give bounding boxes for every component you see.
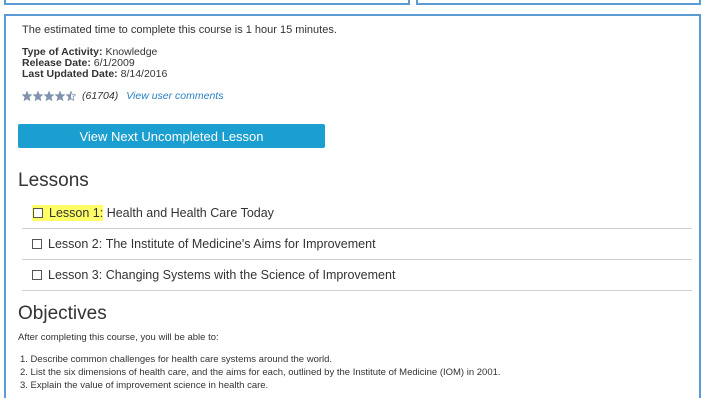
lesson-highlight: Lesson 1: bbox=[32, 205, 104, 221]
lessons-list: Lesson 1: Health and Health Care Today Le… bbox=[22, 198, 692, 291]
objective-item: 1. Describe common challenges for health… bbox=[20, 354, 333, 365]
lesson-title[interactable]: Changing Systems with the Science of Imp… bbox=[102, 268, 396, 282]
lessons-heading: Lessons bbox=[18, 170, 89, 191]
lesson-checkbox[interactable] bbox=[32, 239, 42, 249]
top-left-panel bbox=[4, 0, 410, 5]
lesson-title[interactable]: The Institute of Medicine's Aims for Imp… bbox=[102, 237, 376, 251]
star-icon bbox=[22, 91, 32, 101]
lesson-checkbox[interactable] bbox=[32, 270, 42, 280]
objective-item: 2. List the six dimensions of health car… bbox=[20, 367, 501, 378]
lesson-title[interactable]: Health and Health Care Today bbox=[103, 206, 274, 220]
star-icon bbox=[66, 91, 76, 101]
lesson-item-3[interactable]: Lesson 3: Changing Systems with the Scie… bbox=[22, 260, 692, 291]
lesson-item-2[interactable]: Lesson 2: The Institute of Medicine's Ai… bbox=[22, 229, 692, 260]
objectives-intro: After completing this course, you will b… bbox=[18, 332, 219, 343]
star-icon bbox=[44, 91, 54, 101]
view-next-lesson-button[interactable]: View Next Uncompleted Lesson bbox=[18, 124, 325, 148]
last-updated-row: Last Updated Date: 8/14/2016 bbox=[22, 69, 167, 80]
last-updated-label: Last Updated Date: bbox=[22, 68, 118, 80]
objectives-heading: Objectives bbox=[18, 303, 107, 324]
objectives-list: 1. Describe common challenges for health… bbox=[20, 353, 501, 392]
star-icon bbox=[33, 91, 43, 101]
top-right-panel bbox=[416, 0, 701, 5]
view-comments-link[interactable]: View user comments bbox=[126, 90, 223, 102]
rating-row: (61704) View user comments bbox=[22, 90, 223, 102]
top-panels-edge bbox=[0, 0, 705, 8]
objective-item: 3. Explain the value of improvement scie… bbox=[20, 380, 269, 391]
course-metadata: Type of Activity: Knowledge Release Date… bbox=[22, 47, 167, 80]
star-rating bbox=[22, 91, 76, 101]
estimated-time-text: The estimated time to complete this cour… bbox=[22, 24, 337, 36]
lesson-checkbox[interactable] bbox=[33, 208, 43, 218]
last-updated-value: 8/14/2016 bbox=[120, 68, 168, 80]
lesson-number: Lesson 3: bbox=[48, 268, 103, 282]
lesson-number: Lesson 1: bbox=[49, 206, 104, 220]
star-icon bbox=[55, 91, 65, 101]
lesson-number: Lesson 2: bbox=[48, 237, 103, 251]
rating-count: (61704) bbox=[82, 90, 119, 102]
lesson-item-1[interactable]: Lesson 1: Health and Health Care Today bbox=[22, 198, 692, 229]
